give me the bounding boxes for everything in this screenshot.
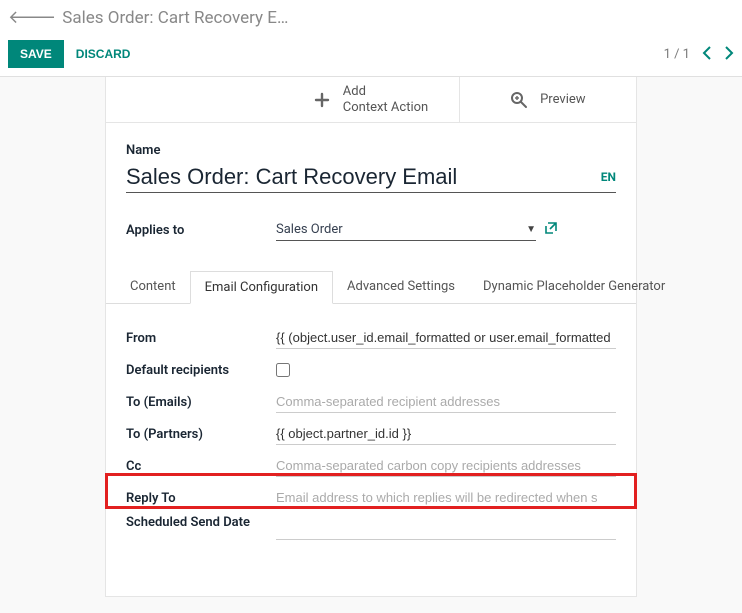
applies-to-select[interactable]: Sales Order ▼ [276, 219, 536, 241]
pager-prev-icon[interactable] [702, 44, 712, 65]
cc-label: Cc [126, 459, 276, 474]
name-input[interactable] [126, 164, 595, 190]
pager-next-icon[interactable] [724, 44, 734, 65]
discard-button[interactable]: DISCARD [64, 40, 143, 68]
scheduled-send-input[interactable] [276, 518, 616, 540]
to-emails-label: To (Emails) [126, 395, 276, 410]
reply-to-input[interactable] [276, 487, 616, 509]
add-context-label: Add Context Action [343, 84, 428, 115]
tab-email-configuration[interactable]: Email Configuration [190, 271, 333, 304]
cc-input[interactable] [276, 455, 616, 477]
tab-advanced-settings[interactable]: Advanced Settings [333, 271, 469, 303]
add-context-action-button[interactable]: Add Context Action [282, 77, 459, 122]
from-label: From [126, 331, 276, 346]
applies-to-label: Applies to [126, 223, 276, 238]
action-bar: SAVE DISCARD 1 / 1 [0, 32, 742, 77]
breadcrumb-title[interactable]: Sales Order: Cart Recovery E… [62, 8, 288, 28]
from-input[interactable] [276, 327, 616, 349]
tab-body: From Default recipients To (Emails) To (… [106, 304, 636, 564]
back-arrow-icon[interactable]: 🡐 [8, 9, 56, 27]
pager-text: 1 / 1 [664, 47, 690, 62]
breadcrumb: 🡐 Sales Order: Cart Recovery E… [0, 0, 742, 32]
preview-label: Preview [540, 92, 585, 108]
add-context-line1: Add [343, 84, 366, 99]
tab-dynamic-placeholder[interactable]: Dynamic Placeholder Generator [469, 271, 679, 303]
default-recipients-label: Default recipients [126, 363, 276, 378]
plus-icon [313, 91, 331, 109]
pager: 1 / 1 [664, 44, 734, 65]
to-partners-label: To (Partners) [126, 427, 276, 442]
tab-content[interactable]: Content [116, 271, 190, 303]
preview-button[interactable]: Preview [460, 77, 636, 122]
tabs: Content Email Configuration Advanced Set… [106, 271, 636, 304]
scheduled-send-label: Scheduled Send Date [126, 514, 276, 532]
sheet-top-actions: Add Context Action Preview [106, 77, 636, 123]
external-link-icon[interactable] [544, 221, 558, 239]
name-field-wrap: EN [126, 164, 616, 193]
name-label: Name [126, 143, 616, 158]
caret-down-icon: ▼ [526, 224, 536, 235]
magnify-icon [510, 91, 528, 109]
form-sheet: Add Context Action Preview Name EN [105, 77, 637, 597]
to-partners-input[interactable] [276, 423, 616, 445]
reply-to-label: Reply To [126, 491, 276, 506]
language-button[interactable]: EN [595, 170, 616, 184]
default-recipients-checkbox[interactable] [276, 363, 290, 377]
to-emails-input[interactable] [276, 391, 616, 413]
add-context-line2: Context Action [343, 100, 428, 115]
applies-to-value: Sales Order [276, 222, 343, 237]
save-button[interactable]: SAVE [8, 40, 64, 68]
top-action-empty [106, 77, 282, 122]
